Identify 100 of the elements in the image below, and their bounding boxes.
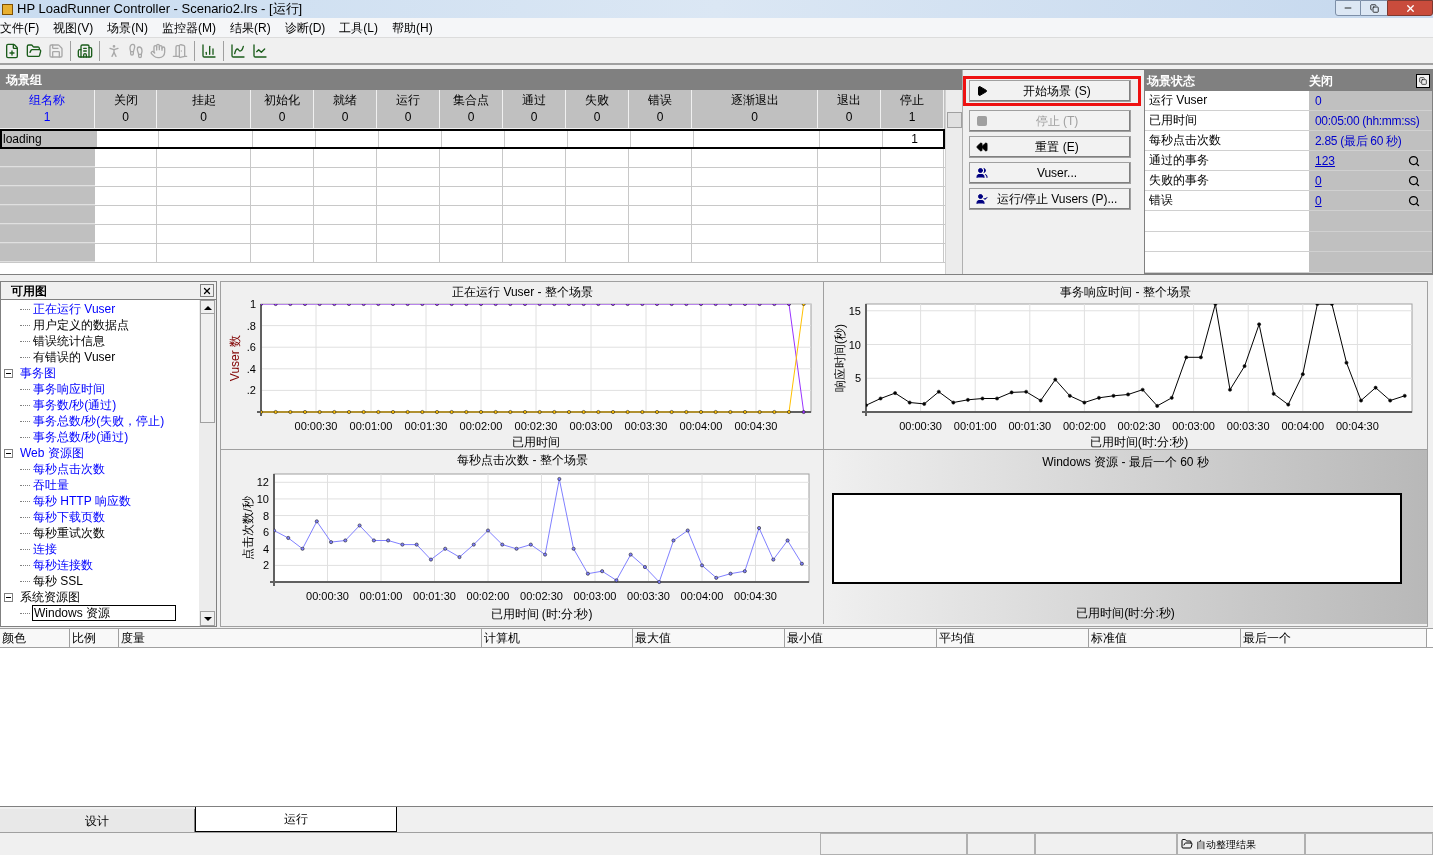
column-header[interactable]: 挂起 0 [157, 90, 251, 129]
scrollbar[interactable] [199, 300, 216, 626]
status-link[interactable]: 0 [1315, 171, 1322, 190]
tree-item[interactable]: 每秒点击次数 [32, 462, 106, 476]
action-button[interactable]: 运行/停止 Vusers (P)... [969, 188, 1131, 210]
chart-title: Windows 资源 - 最后一个 60 秒 [1042, 454, 1209, 471]
column-header[interactable]: 运行 0 [377, 90, 440, 129]
action-button[interactable]: 开始场景 (S) [969, 80, 1131, 102]
axis-tick-label: 00:03:00 [569, 420, 613, 432]
axis-tick-label: .8 [246, 319, 256, 332]
axis-tick-label: 00:01:30 [1008, 420, 1052, 432]
column-header[interactable]: 逐渐退出 0 [692, 90, 818, 129]
tree-item[interactable]: 每秒重试次数 [32, 526, 106, 540]
axis-tick-label: 00:04:30 [734, 590, 777, 602]
column-header[interactable]: 计算机 [482, 629, 633, 647]
tree-item[interactable]: 事务响应时间 [32, 382, 106, 396]
minimize-button[interactable] [1335, 0, 1361, 16]
axis-tick-label: 00:02:30 [1117, 420, 1161, 432]
tree-item[interactable]: 每秒下载页数 [32, 510, 106, 524]
menu-item[interactable]: 视图(V) [53, 18, 94, 37]
tree-item[interactable]: Windows 资源 [32, 605, 176, 621]
column-header[interactable]: 停止 1 [881, 90, 944, 129]
rewind-icon [976, 141, 990, 153]
column-header[interactable]: 标准值 [1089, 629, 1241, 647]
menu-item[interactable]: 场景(N) [107, 18, 148, 37]
column-header[interactable]: 初始化 0 [251, 90, 314, 129]
axis-tick-label: 00:00:30 [306, 590, 349, 602]
collapse-icon[interactable] [4, 368, 13, 378]
menu-item[interactable]: 工具(L) [339, 18, 378, 37]
tree-item[interactable]: 事务数/秒(通过) [32, 398, 118, 412]
column-header[interactable]: 比例 [70, 629, 119, 647]
collapse-icon[interactable] [4, 592, 13, 602]
menu-item[interactable]: 文件(F) [0, 18, 40, 37]
tree-item[interactable]: 事务总数/秒(通过) [32, 430, 130, 444]
tab[interactable]: 设计 [0, 809, 195, 832]
axis-tick-label: 00:04:30 [734, 420, 778, 432]
axis-title: Vuser 数 [228, 334, 242, 382]
chart-title: 每秒点击次数 - 整个场景 [457, 453, 588, 467]
tree-item[interactable]: 每秒 HTTP 响应数 [32, 494, 132, 508]
action-button[interactable]: Vuser... [969, 162, 1131, 184]
window-title: HP LoadRunner Controller - Scenario2.lrs - [运行] [17, 0, 303, 19]
scrollbar[interactable] [945, 90, 962, 274]
collapse-icon[interactable] [4, 448, 13, 458]
column-header[interactable]: 就绪 0 [314, 90, 377, 129]
tree-item[interactable]: 事务图 [19, 366, 57, 380]
axis-tick-label: 00:01:30 [404, 420, 448, 432]
stop-icon [976, 115, 990, 127]
column-header[interactable]: 关闭 0 [95, 90, 157, 129]
column-header[interactable]: 通过 0 [503, 90, 566, 129]
axis-tick-label: 00:04:30 [1336, 420, 1379, 432]
tree-item[interactable]: Web 资源图 [19, 446, 85, 460]
column-header[interactable]: 度量 [119, 629, 482, 647]
tree-item[interactable]: 每秒 SSL [32, 574, 84, 588]
chart-title: 事务响应时间 - 整个场景 [1060, 285, 1191, 299]
close-button[interactable] [200, 284, 214, 297]
status-label: 每秒点击次数 [1148, 132, 1222, 149]
status-label: 通过的事务 [1148, 152, 1210, 169]
column-header[interactable]: 集合点 0 [440, 90, 503, 129]
tree-item[interactable]: 每秒连接数 [32, 558, 94, 572]
tree-item[interactable]: 有错误的 Vuser [32, 350, 117, 364]
menu-item[interactable]: 诊断(D) [284, 18, 326, 37]
chart-title: 正在运行 Vuser - 整个场景 [452, 285, 593, 299]
tree-item[interactable]: 系统资源图 [19, 590, 81, 604]
column-header[interactable]: 最大值 [633, 629, 785, 647]
column-header[interactable]: 失败 0 [566, 90, 629, 129]
tree-item[interactable]: 事务总数/秒(失败，停止) [32, 414, 166, 428]
menu-item[interactable]: 帮助(H) [392, 18, 433, 37]
tree-item[interactable]: 连接 [32, 542, 58, 556]
column-header[interactable]: 退出 0 [818, 90, 881, 129]
column-header[interactable]: 平均值 [937, 629, 1089, 647]
action-button[interactable]: 重置 (E) [969, 136, 1131, 158]
tree-item[interactable]: 吞吐量 [32, 478, 70, 492]
menu-item[interactable]: 监控器(M) [162, 18, 216, 37]
axis-title: 已用时间(时:分:秒) [1089, 435, 1189, 449]
axis-title: 点击次数/秒 [241, 496, 255, 560]
search-icon[interactable] [1408, 154, 1420, 167]
table-row[interactable]: loading 1 [0, 129, 945, 149]
column-header[interactable]: 最后一个 [1241, 629, 1427, 647]
tab[interactable]: 运行 [195, 807, 397, 832]
axis-tick-label: 8 [262, 509, 269, 522]
column-header[interactable]: 颜色 [0, 629, 70, 647]
axis-tick-label: .6 [246, 341, 256, 354]
menu-item[interactable]: 结果(R) [230, 18, 271, 37]
tree-item[interactable]: 正在运行 Vuser [32, 302, 117, 316]
tree-item[interactable]: 用户定义的数据点 [32, 318, 130, 332]
status-link[interactable]: 123 [1315, 151, 1336, 170]
column-header[interactable]: 错误 0 [629, 90, 692, 129]
axis-tick-label: 2 [262, 559, 269, 572]
user-check-icon [976, 193, 990, 205]
column-header[interactable]: 组名称 1 [0, 90, 95, 129]
status-label: 运行 Vuser [1148, 92, 1209, 109]
axis-tick-label: 00:02:30 [514, 420, 558, 432]
column-header[interactable]: 最小值 [785, 629, 937, 647]
search-icon[interactable] [1408, 194, 1420, 207]
tree-item[interactable]: 错误统计信息 [32, 334, 106, 348]
status-link[interactable]: 0 [1315, 191, 1322, 210]
axis-tick-label: 00:02:30 [520, 590, 563, 602]
restore-button[interactable] [1416, 74, 1430, 88]
axis-tick-label: 15 [848, 304, 861, 317]
search-icon[interactable] [1408, 174, 1420, 187]
